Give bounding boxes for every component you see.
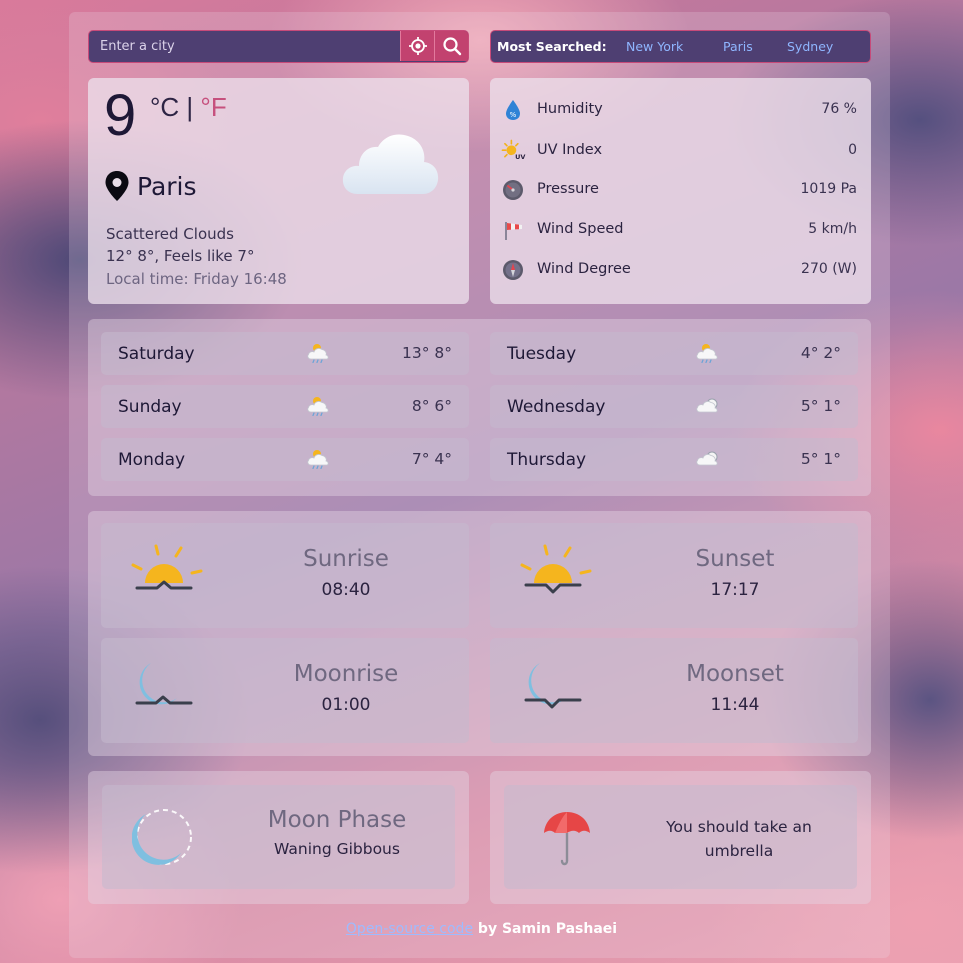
forecast-row: Saturday 13° 8° (101, 332, 469, 375)
detail-value: 76 % (821, 101, 857, 117)
cloud-rain-icon (695, 343, 721, 367)
forecast-row: Wednesday 5° 1° (490, 385, 858, 428)
most-searched-city-sydney[interactable]: Sydney (787, 39, 833, 54)
minmax-feels-like: 12° 8°, Feels like 7° (106, 247, 255, 265)
crosshair-location-icon (408, 37, 427, 55)
cloud-rain-icon (306, 396, 332, 420)
cloud-icon (342, 134, 439, 194)
compass-icon (503, 260, 523, 280)
forecast-temps: 5° 1° (800, 397, 841, 415)
unit-separator: | (186, 92, 194, 122)
location-pin-icon (105, 171, 129, 201)
forecast-row: Monday 7° 4° (101, 438, 469, 481)
partly-cloudy-icon (695, 449, 721, 473)
footer: Open-source code by Samin Pashaei (0, 921, 963, 937)
forecast-day: Saturday (118, 344, 195, 364)
moonrise-title: Moonrise (293, 661, 399, 687)
sunrise-title: Sunrise (303, 546, 389, 572)
uv-index-icon: UV (501, 139, 525, 161)
sunset-icon (520, 544, 592, 594)
detail-row-pressure: Pressure 1019 Pa (500, 178, 857, 202)
waning-gibbous-moon-icon (132, 809, 192, 865)
detail-value: 1019 Pa (800, 181, 857, 197)
moonrise-time: 01:00 (321, 695, 371, 715)
detail-row-wind-degree: Wind Degree 270 (W) (500, 258, 857, 282)
sunrise-time: 08:40 (321, 580, 371, 600)
sunrise-icon (131, 544, 203, 590)
search-button[interactable] (434, 31, 468, 61)
fahrenheit-toggle[interactable]: °F (200, 92, 226, 122)
most-searched-city-new-york[interactable]: New York (626, 39, 683, 54)
condition-text: Scattered Clouds (106, 225, 234, 243)
moonset-title: Moonset (686, 661, 784, 687)
sunset-panel: Sunset 17:17 (490, 523, 858, 628)
search-bar (88, 30, 469, 63)
current-city-name: Paris (137, 172, 197, 201)
partly-cloudy-icon (695, 396, 721, 420)
detail-row-uv-index: UV UV Index 0 (500, 139, 857, 163)
unit-toggle: °C | °F (150, 92, 227, 123)
forecast-temps: 7° 4° (411, 450, 452, 468)
detail-value: 0 (848, 142, 857, 158)
open-source-link[interactable]: Open-source code (346, 921, 473, 937)
sunrise-panel: Sunrise 08:40 (101, 523, 469, 628)
forecast-day: Wednesday (507, 397, 606, 417)
forecast-day: Sunday (118, 397, 182, 417)
sunset-title: Sunset (695, 546, 775, 572)
umbrella-icon (544, 812, 590, 866)
forecast-day: Thursday (507, 450, 587, 470)
forecast-row: Sunday 8° 6° (101, 385, 469, 428)
humidity-icon: % (506, 100, 520, 120)
forecast-temps: 4° 2° (800, 344, 841, 362)
detail-row-humidity: % Humidity 76 % (500, 98, 857, 122)
detail-value: 270 (W) (801, 261, 857, 277)
forecast-row: Tuesday 4° 2° (490, 332, 858, 375)
sunset-time: 17:17 (710, 580, 760, 600)
locate-button[interactable] (400, 31, 434, 61)
most-searched-label: Most Searched: (497, 39, 607, 54)
detail-label: Wind Speed (537, 221, 624, 237)
local-time: Local time: Friday 16:48 (106, 270, 287, 288)
detail-label: Humidity (537, 101, 603, 117)
most-searched-bar: Most Searched: New York Paris Sydney (490, 30, 871, 63)
moonset-time: 11:44 (710, 695, 760, 715)
cloud-rain-icon (306, 449, 332, 473)
forecast-row: Thursday 5° 1° (490, 438, 858, 481)
forecast-temps: 13° 8° (401, 344, 452, 362)
city-search-input[interactable] (89, 31, 400, 61)
advice-text: You should take an umbrella (666, 818, 812, 860)
advice-panel: You should take an umbrella (504, 785, 857, 889)
moonrise-icon (135, 663, 193, 705)
celsius-toggle[interactable]: °C (150, 92, 179, 122)
search-icon (442, 37, 461, 56)
svg-text:UV: UV (515, 153, 525, 161)
cloud-rain-icon (306, 343, 332, 367)
moon-phase-value: Waning Gibbous (274, 840, 400, 858)
svg-text:%: % (510, 111, 517, 119)
most-searched-city-paris[interactable]: Paris (723, 39, 753, 54)
forecast-day: Tuesday (507, 344, 577, 364)
moon-phase-title: Moon Phase (267, 807, 407, 833)
forecast-day: Monday (118, 450, 186, 470)
detail-value: 5 km/h (808, 221, 857, 237)
moonset-panel: Moonset 11:44 (490, 638, 858, 743)
footer-author: by Samin Pashaei (473, 921, 618, 937)
forecast-temps: 8° 6° (411, 397, 452, 415)
detail-label: UV Index (537, 142, 603, 158)
detail-label: Pressure (537, 181, 599, 197)
moonrise-panel: Moonrise 01:00 (101, 638, 469, 743)
detail-label: Wind Degree (537, 261, 631, 277)
windsock-icon (505, 222, 522, 240)
moonset-icon (524, 663, 582, 709)
detail-row-wind-speed: Wind Speed 5 km/h (500, 218, 857, 242)
current-temperature: 9 (104, 83, 137, 148)
pressure-gauge-icon (503, 180, 523, 200)
forecast-temps: 5° 1° (800, 450, 841, 468)
moon-phase-panel: Moon Phase Waning Gibbous (102, 785, 455, 889)
